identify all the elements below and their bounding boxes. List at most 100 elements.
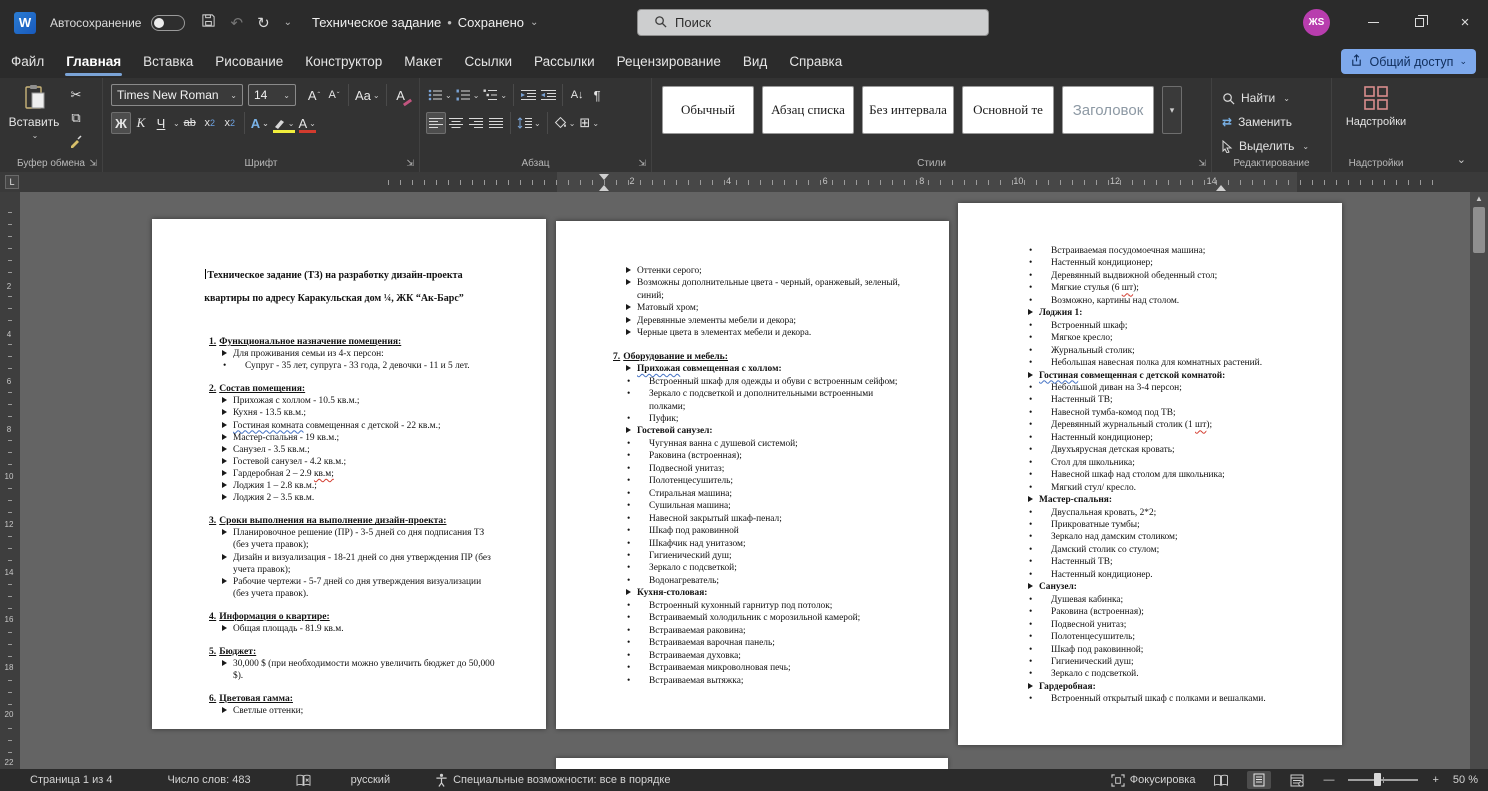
increase-indent-button[interactable]	[538, 84, 558, 106]
doc-heading[interactable]: 5. Бюджет:	[152, 646, 498, 658]
tab-view[interactable]: Вид	[732, 45, 778, 78]
doc-arrow-item[interactable]: Мастер-спальня - 19 кв.м.;	[152, 432, 498, 444]
line-spacing-button[interactable]: ⌄	[515, 112, 543, 134]
doc-title-line[interactable]: квартиры по адресу Каракульская дом ¼, Ж…	[152, 287, 498, 310]
zoom-in-button[interactable]: +	[1432, 774, 1438, 786]
doc-bullet-item[interactable]: • Сушильная машина;	[556, 500, 903, 512]
minimize-button[interactable]	[1350, 0, 1396, 45]
tab-references[interactable]: Ссылки	[454, 45, 524, 78]
doc-arrow-item[interactable]: Кухня-столовая:	[556, 587, 903, 599]
highlight-button[interactable]: ⌄	[271, 112, 297, 134]
title-chevron-icon[interactable]: ⌄	[530, 17, 538, 28]
doc-bullet-item[interactable]: • Мягкое кресло;	[958, 332, 1302, 344]
language-indicator[interactable]: русский	[351, 774, 390, 786]
vertical-scrollbar[interactable]: ▲	[1470, 192, 1488, 769]
copy-button[interactable]: ⧉	[66, 109, 86, 127]
doc-arrow-item[interactable]: Лоджия 1:	[958, 307, 1302, 319]
tab-home[interactable]: Главная	[55, 45, 132, 78]
doc-bullet-item[interactable]: • Прикроватные тумбы;	[958, 519, 1302, 531]
style-body-text[interactable]: Основной те	[962, 86, 1054, 134]
doc-heading[interactable]: 2. Состав помещения:	[152, 383, 498, 395]
doc-bullet-item[interactable]: • Дамский столик со стулом;	[958, 544, 1302, 556]
cut-button[interactable]: ✂	[66, 86, 86, 104]
doc-arrow-item[interactable]: Санузел - 3.5 кв.м.;	[152, 444, 498, 456]
document-canvas[interactable]: 2 4 6 8 10 12 14 16 18 20 22 Техническое задание (…	[0, 192, 1488, 769]
doc-arrow-item[interactable]: Прихожая с холлом - 10.5 кв.м.;	[152, 395, 498, 407]
search-input[interactable]: Поиск	[637, 9, 989, 36]
doc-bullet-item[interactable]: • Встраиваемый холодильник с морозильной …	[556, 612, 903, 624]
doc-bullet-item[interactable]: • Шкаф под раковинной	[556, 525, 903, 537]
undo-icon[interactable]: ↶	[230, 14, 243, 32]
clear-formatting-button[interactable]: A	[391, 84, 411, 106]
doc-arrow-item[interactable]: Гостевой санузел:	[556, 425, 903, 437]
bullets-button[interactable]: ⌄	[426, 84, 454, 106]
change-case-button[interactable]: Aa ⌄	[353, 84, 382, 106]
strikethrough-button[interactable]: ab	[180, 112, 200, 134]
doc-arrow-item[interactable]: Прихожая совмещенная с холлом:	[556, 363, 903, 375]
tab-review[interactable]: Рецензирование	[606, 45, 732, 78]
doc-arrow-item[interactable]: Общая площадь - 81.9 кв.м.	[152, 623, 498, 635]
tab-layout[interactable]: Макет	[393, 45, 453, 78]
zoom-level[interactable]: 50 %	[1453, 774, 1478, 786]
multilevel-list-button[interactable]: ⌄	[481, 84, 509, 106]
doc-bullet-item[interactable]: • Полотенцесушитель;	[958, 631, 1302, 643]
doc-arrow-item[interactable]: Возможны дополнительные цвета - черный, …	[556, 277, 903, 302]
word-count[interactable]: Число слов: 483	[167, 774, 250, 786]
save-icon[interactable]	[201, 13, 216, 32]
show-paragraph-marks-button[interactable]: ¶	[587, 84, 607, 106]
print-layout-button[interactable]	[1247, 771, 1272, 789]
vertical-ruler[interactable]: 2 4 6 8 10 12 14 16 18 20 22	[0, 192, 20, 769]
doc-bullet-item[interactable]: • Встраиваемая вытяжка;	[556, 675, 903, 687]
tab-draw[interactable]: Рисование	[204, 45, 294, 78]
doc-heading[interactable]: 6. Цветовая гамма:	[152, 693, 498, 705]
doc-arrow-item[interactable]: Матовый хром;	[556, 302, 903, 314]
page-indicator[interactable]: Страница 1 из 4	[30, 774, 112, 786]
doc-bullet-item[interactable]: • Двуспальная кровать, 2*2;	[958, 507, 1302, 519]
doc-bullet-item[interactable]: • Навесной закрытый шкаф-пенал;	[556, 513, 903, 525]
document-page-4-top-edge[interactable]	[556, 758, 948, 769]
doc-bullet-item[interactable]: • Зеркало с подсветкой и дополнительными …	[556, 388, 903, 413]
doc-bullet-item[interactable]: • Настенный кондиционер;	[958, 432, 1302, 444]
doc-bullet-item[interactable]: • Возможно, картины над столом.	[958, 295, 1302, 307]
doc-arrow-item[interactable]: Оттенки серого;	[556, 265, 903, 277]
style-no-spacing[interactable]: Без интервала	[862, 86, 954, 134]
doc-bullet-item[interactable]: • Деревянный журнальный столик (1 шт);	[958, 419, 1302, 431]
doc-bullet-item[interactable]: • Душевая кабинка;	[958, 594, 1302, 606]
word-app-icon[interactable]: W	[14, 11, 36, 34]
doc-bullet-item[interactable]: • Встроенный шкаф для одежды и обуви с вс…	[556, 376, 903, 388]
doc-arrow-item[interactable]: Гардеробная:	[958, 681, 1302, 693]
doc-heading[interactable]: 1. Функциональное назначение помещения:	[152, 336, 498, 348]
superscript-button[interactable]: x2	[220, 112, 240, 134]
doc-arrow-item[interactable]: Лоджия 2 – 3.5 кв.м.	[152, 492, 498, 504]
doc-bullet-item[interactable]: • Пуфик;	[556, 413, 903, 425]
doc-arrow-item[interactable]: Для проживания семьи из 4-х персон:	[152, 348, 498, 360]
doc-bullet-item[interactable]: • Встроенный шкаф;	[958, 320, 1302, 332]
decrease-indent-button[interactable]	[518, 84, 538, 106]
doc-bullet-item[interactable]: • Навесной тумба-комод под ТВ;	[958, 407, 1302, 419]
doc-arrow-item[interactable]: Гардеробная 2 – 2.9 кв.м;	[152, 468, 498, 480]
doc-bullet-item[interactable]: • Мягкий стул/ кресло.	[958, 482, 1302, 494]
doc-bullet-item[interactable]: • Стол для школьника;	[958, 457, 1302, 469]
doc-bullet-item[interactable]: • Подвесной унитаз;	[958, 619, 1302, 631]
right-indent-marker[interactable]	[1216, 185, 1226, 191]
italic-button[interactable]: К	[131, 112, 151, 134]
doc-bullet-item[interactable]: • Настенный кондиционер;	[958, 257, 1302, 269]
doc-bullet-item[interactable]: • Настенный ТВ;	[958, 394, 1302, 406]
subscript-button[interactable]: x2	[200, 112, 220, 134]
doc-bullet-item[interactable]: • Журнальный столик;	[958, 345, 1302, 357]
doc-bullet-item[interactable]: • Гигиенический душ;	[556, 550, 903, 562]
align-right-button[interactable]	[466, 112, 486, 134]
doc-bullet-item[interactable]: • Зеркало с подсветкой.	[958, 668, 1302, 680]
left-indent-marker[interactable]	[599, 185, 609, 191]
document-title[interactable]: Техническое задание • Сохранено ⌄	[312, 15, 538, 30]
collapse-ribbon-icon[interactable]: ⌄	[1457, 153, 1466, 166]
doc-arrow-item[interactable]: Гостиная совмещенная с детской комнатой:	[958, 370, 1302, 382]
doc-arrow-item[interactable]: Гостевой санузел - 4.2 кв.м.;	[152, 456, 498, 468]
align-center-button[interactable]	[446, 112, 466, 134]
tab-stop-selector[interactable]: L	[5, 175, 19, 189]
doc-bullet-item[interactable]: • Шкаф под раковинной;	[958, 644, 1302, 656]
font-name-select[interactable]: Times New Roman ⌄	[111, 84, 243, 106]
document-page-2[interactable]: Оттенки серого; Возможны дополнительные ц…	[556, 221, 949, 729]
redo-icon[interactable]: ↻	[257, 14, 270, 32]
doc-arrow-item[interactable]: Лоджия 1 – 2.8 кв.м.;	[152, 480, 498, 492]
